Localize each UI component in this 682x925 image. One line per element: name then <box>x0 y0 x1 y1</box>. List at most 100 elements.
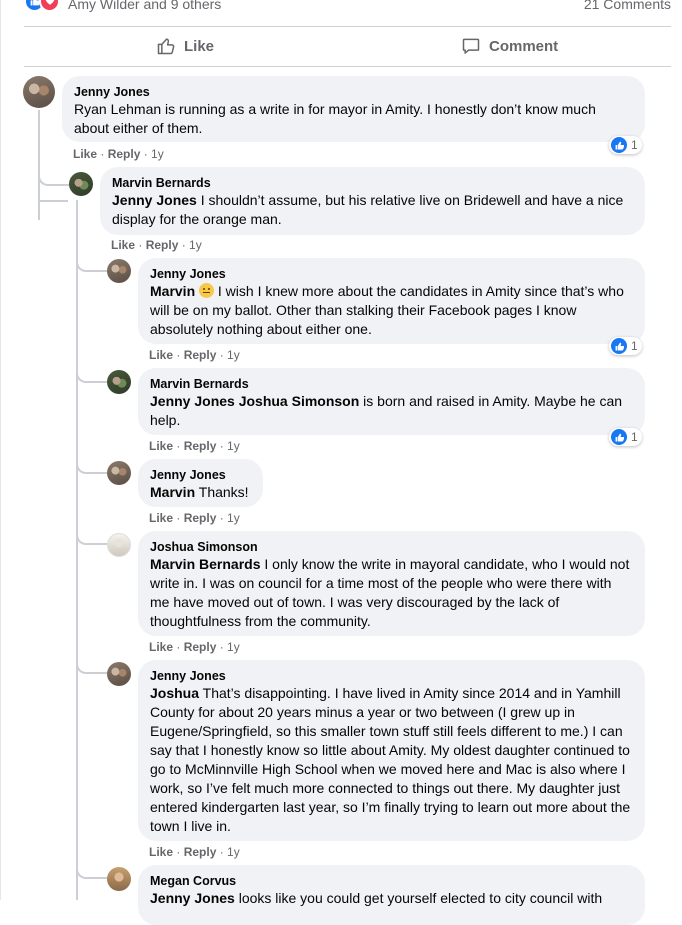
reaction-count: 1 <box>631 138 638 152</box>
comment-mention[interactable]: Joshua <box>150 685 199 701</box>
comment-reply-link[interactable]: Reply <box>184 439 217 453</box>
like-reaction-icon <box>611 338 627 354</box>
thread-connector <box>76 857 108 879</box>
comment-button-label: Comment <box>489 37 559 55</box>
comments-count[interactable]: 21 Comments <box>584 0 671 12</box>
comment-actions: Like · Reply · 1y <box>149 845 240 859</box>
comment-author[interactable]: Jenny Jones <box>150 467 251 483</box>
comment-like-link[interactable]: Like <box>111 238 135 252</box>
avatar[interactable] <box>69 172 93 196</box>
comment-bubble: Megan Corvus Jenny Jones looks like you … <box>138 865 645 925</box>
comment-mention[interactable]: Marvin <box>150 484 195 500</box>
comment-body: Ryan Lehman is running as a write in for… <box>74 101 596 136</box>
comment-text: Jenny Jones Joshua Simonson is born and … <box>150 392 633 430</box>
reactors-text[interactable]: Amy Wilder and 9 others <box>68 0 221 12</box>
reaction-badge[interactable]: 1 <box>609 136 642 154</box>
comment-mention[interactable]: Jenny Jones <box>150 890 235 906</box>
comment-text: Jenny Jones looks like you could get you… <box>150 889 633 908</box>
comment-actions: Like · Reply · 1y <box>149 348 240 362</box>
comment-text: Jenny Jones I shouldn’t assume, but his … <box>112 191 633 229</box>
comment-body: Thanks! <box>195 484 249 500</box>
comment-reply-link[interactable]: Reply <box>184 845 217 859</box>
like-reaction-icon <box>611 137 627 153</box>
thread-connector <box>38 160 69 186</box>
avatar[interactable] <box>107 461 131 485</box>
comment-like-link[interactable]: Like <box>149 845 173 859</box>
post-summary-bar: Amy Wilder and 9 others 21 Comments <box>24 0 671 26</box>
comment-mention[interactable]: Jenny Jones Joshua Simonson <box>150 393 359 409</box>
comment-text: Marvin I wish I knew more about the cand… <box>150 282 633 339</box>
thread-connector <box>38 200 68 202</box>
comment-author[interactable]: Marvin Bernards <box>112 175 633 191</box>
thread-connector <box>76 452 108 474</box>
reaction-count: 1 <box>631 339 638 353</box>
comment-mention[interactable]: Marvin <box>150 283 195 299</box>
like-button-label: Like <box>184 37 215 55</box>
like-reaction-icon <box>611 429 627 445</box>
comment-bubble: Jenny Jones Marvin Thanks! <box>138 459 263 507</box>
avatar[interactable] <box>107 533 131 557</box>
frown-emoji-icon <box>199 283 215 298</box>
thread-connector <box>76 523 108 545</box>
comment-time[interactable]: 1y <box>227 511 240 525</box>
thread-connector <box>76 360 108 383</box>
comment-author[interactable]: Joshua Simonson <box>150 539 633 555</box>
avatar[interactable] <box>107 370 131 394</box>
comment-like-link[interactable]: Like <box>73 147 97 161</box>
reaction-badge[interactable]: 1 <box>609 337 642 355</box>
comment-author[interactable]: Jenny Jones <box>74 84 633 100</box>
comment-button[interactable]: Comment <box>461 36 558 56</box>
divider <box>24 66 671 67</box>
comment-time[interactable]: 1y <box>227 845 240 859</box>
comment-like-link[interactable]: Like <box>149 640 173 654</box>
comment-author[interactable]: Megan Corvus <box>150 873 633 889</box>
comment-mention[interactable]: Jenny Jones <box>112 192 197 208</box>
comment-actions: Like · Reply · 1y <box>149 439 240 453</box>
comment-bubble: Marvin Bernards Jenny Jones Joshua Simon… <box>138 368 645 435</box>
comment-time[interactable]: 1y <box>189 238 202 252</box>
comment-text: Marvin Bernards I only know the write in… <box>150 555 633 631</box>
comment-body: I wish I knew more about the candidates … <box>150 283 624 337</box>
thread-line <box>76 200 78 900</box>
reaction-badge[interactable]: 1 <box>609 428 642 446</box>
thread-connector <box>76 250 108 272</box>
avatar[interactable] <box>107 662 131 686</box>
comment-author[interactable]: Jenny Jones <box>150 668 633 684</box>
comment-like-link[interactable]: Like <box>149 439 173 453</box>
comment-like-link[interactable]: Like <box>149 511 173 525</box>
comment-bubble: Jenny Jones Joshua That’s disappointing.… <box>138 660 645 841</box>
divider <box>24 26 671 27</box>
comment-actions: Like · Reply · 1y <box>111 238 202 252</box>
comment-time[interactable]: 1y <box>227 439 240 453</box>
reaction-icons[interactable] <box>24 0 60 12</box>
comment-reply-link[interactable]: Reply <box>184 640 217 654</box>
comment-time[interactable]: 1y <box>151 147 164 161</box>
like-button[interactable]: Like <box>156 36 214 56</box>
comment-actions: Like · Reply · 1y <box>149 640 240 654</box>
comment-reply-link[interactable]: Reply <box>108 147 141 161</box>
avatar[interactable] <box>107 259 131 283</box>
comment-author[interactable]: Marvin Bernards <box>150 376 633 392</box>
comment-like-link[interactable]: Like <box>149 348 173 362</box>
comment-bubble: Jenny Jones Marvin I wish I knew more ab… <box>138 258 645 344</box>
comment-actions: Like · Reply · 1y <box>149 511 240 525</box>
thumbs-up-icon <box>157 38 175 55</box>
comment-reply-link[interactable]: Reply <box>184 511 217 525</box>
comment-time[interactable]: 1y <box>227 348 240 362</box>
avatar[interactable] <box>23 76 55 108</box>
comment-author[interactable]: Jenny Jones <box>150 266 633 282</box>
comment-reply-link[interactable]: Reply <box>146 238 179 252</box>
comment-mention[interactable]: Marvin Bernards <box>150 556 260 572</box>
comment-bubble: Marvin Bernards Jenny Jones I shouldn’t … <box>100 167 645 235</box>
comment-reply-link[interactable]: Reply <box>184 348 217 362</box>
comment-bubble: Jenny Jones Ryan Lehman is running as a … <box>62 76 645 142</box>
comment-text: Marvin Thanks! <box>150 483 251 502</box>
comment-actions: Like · Reply · 1y <box>73 147 164 161</box>
comment-body: That’s disappointing. I have lived in Am… <box>150 685 631 834</box>
love-reaction-icon <box>39 0 60 12</box>
comment-bubble: Joshua Simonson Marvin Bernards I only k… <box>138 531 645 636</box>
avatar[interactable] <box>107 867 131 891</box>
comment-time[interactable]: 1y <box>227 640 240 654</box>
thread-connector <box>76 652 108 674</box>
reaction-count: 1 <box>631 430 638 444</box>
